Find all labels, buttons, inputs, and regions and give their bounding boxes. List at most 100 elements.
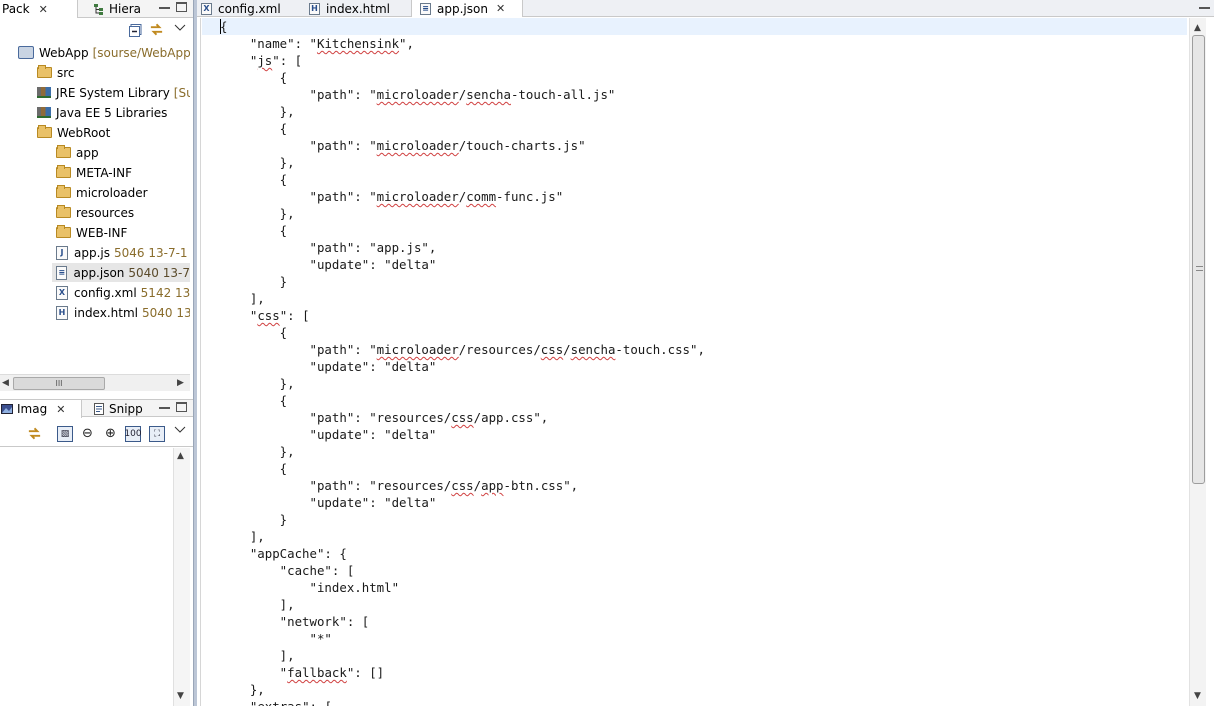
code-line[interactable]: "js": [ <box>202 52 1187 69</box>
tree-item-decoration: [Su <box>173 85 190 100</box>
fit-image-icon[interactable]: ▧ <box>57 426 73 442</box>
zoom-out-icon[interactable]: ⊖ <box>80 426 95 441</box>
actual-size-icon[interactable]: 100 <box>124 426 142 442</box>
tree-item-meta-inf[interactable]: META-INF <box>56 163 132 182</box>
code-line-text: "name": "Kitchensink", <box>220 36 414 51</box>
tab-package-explorer[interactable]: Pack ✕ <box>0 0 78 18</box>
code-line-text: ], <box>220 597 295 612</box>
editor-vertical-scrollbar[interactable]: ▲ ▼ <box>1189 18 1206 706</box>
zoom-in-icon[interactable]: ⊕ <box>103 426 118 441</box>
code-line[interactable]: "*" <box>202 630 1187 647</box>
code-line[interactable]: ], <box>202 596 1187 613</box>
tab-index-html[interactable]: H index.html <box>309 0 409 17</box>
fit-window-icon[interactable]: ⛶ <box>149 426 165 442</box>
view-menu-icon[interactable] <box>172 20 187 35</box>
tab-image-viewer[interactable]: Imag ✕ <box>0 400 82 418</box>
tree-horizontal-scrollbar[interactable]: ◀ III ▶ <box>0 374 190 391</box>
tree-item-resources[interactable]: resources <box>56 203 134 222</box>
tab-hierarchy[interactable]: Hiera <box>80 0 152 18</box>
code-line[interactable]: }, <box>202 375 1187 392</box>
tab-app-json[interactable]: ≡ app.json ✕ <box>411 0 523 17</box>
code-line[interactable]: { <box>202 222 1187 239</box>
package-tree: WebApp [sourse/WebApp src JRE System Lib… <box>0 42 190 374</box>
code-line[interactable]: "extras": [ <box>202 698 1187 706</box>
code-line[interactable]: { <box>202 18 1187 35</box>
code-line[interactable]: "update": "delta" <box>202 256 1187 273</box>
scrollbar-thumb[interactable]: III <box>13 377 105 390</box>
minimize-icon[interactable] <box>159 402 170 409</box>
code-line[interactable]: { <box>202 392 1187 409</box>
tab-config-xml[interactable]: X config.xml <box>201 0 305 17</box>
tree-item-config-xml[interactable]: X config.xml 5142 13 <box>56 283 190 302</box>
source-folder-icon <box>37 65 52 78</box>
tree-item-web-inf[interactable]: WEB-INF <box>56 223 127 242</box>
code-line[interactable]: ], <box>202 647 1187 664</box>
code-line[interactable]: "update": "delta" <box>202 426 1187 443</box>
code-line[interactable]: }, <box>202 443 1187 460</box>
code-line[interactable]: "appCache": { <box>202 545 1187 562</box>
scrollbar-thumb[interactable] <box>1192 35 1205 484</box>
code-line[interactable]: }, <box>202 154 1187 171</box>
scroll-right-icon[interactable]: ▶ <box>177 378 184 388</box>
code-line[interactable]: }, <box>202 103 1187 120</box>
tree-item-app[interactable]: app <box>56 143 99 162</box>
tree-item-src[interactable]: src <box>37 63 75 82</box>
code-line[interactable]: }, <box>202 205 1187 222</box>
tree-item-microloader[interactable]: microloader <box>56 183 148 202</box>
folder-icon <box>56 205 71 218</box>
code-line-text: }, <box>220 155 295 170</box>
code-line[interactable]: "path": "microloader/resources/css/sench… <box>202 341 1187 358</box>
tree-item-project[interactable]: WebApp [sourse/WebApp <box>18 43 190 62</box>
scroll-down-icon[interactable]: ▼ <box>177 691 184 701</box>
minimize-icon[interactable] <box>159 2 170 9</box>
tree-item-app-js[interactable]: J app.js 5046 13-7-1 <box>56 243 188 262</box>
code-line[interactable]: ], <box>202 290 1187 307</box>
view-menu-icon[interactable] <box>172 422 187 437</box>
code-line[interactable]: "path": "resources/css/app.css", <box>202 409 1187 426</box>
code-line[interactable]: { <box>202 460 1187 477</box>
minimize-icon[interactable] <box>1199 2 1210 9</box>
code-line[interactable]: "fallback": [] <box>202 664 1187 681</box>
code-line[interactable]: "name": "Kitchensink", <box>202 35 1187 52</box>
maximize-icon[interactable] <box>176 2 187 12</box>
close-icon[interactable]: ✕ <box>39 3 48 16</box>
close-icon[interactable]: ✕ <box>496 2 505 15</box>
code-view[interactable]: { "name": "Kitchensink", "js": [ { "path… <box>202 18 1187 706</box>
code-line[interactable]: { <box>202 324 1187 341</box>
maximize-icon[interactable] <box>176 402 187 412</box>
code-line[interactable]: { <box>202 171 1187 188</box>
code-line[interactable]: "path": "app.js", <box>202 239 1187 256</box>
code-line[interactable]: "network": [ <box>202 613 1187 630</box>
tree-item-jre-library[interactable]: JRE System Library [Su <box>37 83 190 102</box>
scroll-left-icon[interactable]: ◀ <box>2 378 9 388</box>
code-line[interactable]: { <box>202 69 1187 86</box>
code-line[interactable]: ], <box>202 528 1187 545</box>
scroll-up-icon[interactable]: ▲ <box>177 451 184 461</box>
code-line[interactable]: "cache": [ <box>202 562 1187 579</box>
code-line[interactable]: { <box>202 120 1187 137</box>
code-line[interactable]: "path": "microloader/sencha-touch-all.js… <box>202 86 1187 103</box>
image-view-scrollbar[interactable]: ▲ ▼ <box>173 448 190 706</box>
sync-icon[interactable] <box>27 426 42 441</box>
code-line[interactable]: "css": [ <box>202 307 1187 324</box>
code-line[interactable]: "path": "microloader/comm-func.js" <box>202 188 1187 205</box>
tab-snippets[interactable]: Snipp <box>85 400 153 418</box>
code-line[interactable]: }, <box>202 681 1187 698</box>
code-line[interactable]: "path": "microloader/touch-charts.js" <box>202 137 1187 154</box>
code-line[interactable]: } <box>202 273 1187 290</box>
collapse-all-icon[interactable] <box>128 23 143 38</box>
tree-item-app-json[interactable]: ≡ app.json 5040 13-7 <box>52 263 190 282</box>
code-line[interactable]: "index.html" <box>202 579 1187 596</box>
scroll-down-icon[interactable]: ▼ <box>1194 691 1201 701</box>
close-icon[interactable]: ✕ <box>56 403 65 416</box>
snippets-icon <box>93 403 105 415</box>
code-line[interactable]: "path": "resources/css/app-btn.css", <box>202 477 1187 494</box>
tree-item-index-html[interactable]: H index.html 5040 13 <box>56 303 190 322</box>
code-line[interactable]: } <box>202 511 1187 528</box>
link-with-editor-icon[interactable] <box>149 22 164 37</box>
scroll-up-icon[interactable]: ▲ <box>1194 23 1201 33</box>
tree-item-webroot[interactable]: WebRoot <box>37 123 110 142</box>
tree-item-javaee-library[interactable]: Java EE 5 Libraries <box>37 103 167 122</box>
code-line[interactable]: "update": "delta" <box>202 358 1187 375</box>
code-line[interactable]: "update": "delta" <box>202 494 1187 511</box>
